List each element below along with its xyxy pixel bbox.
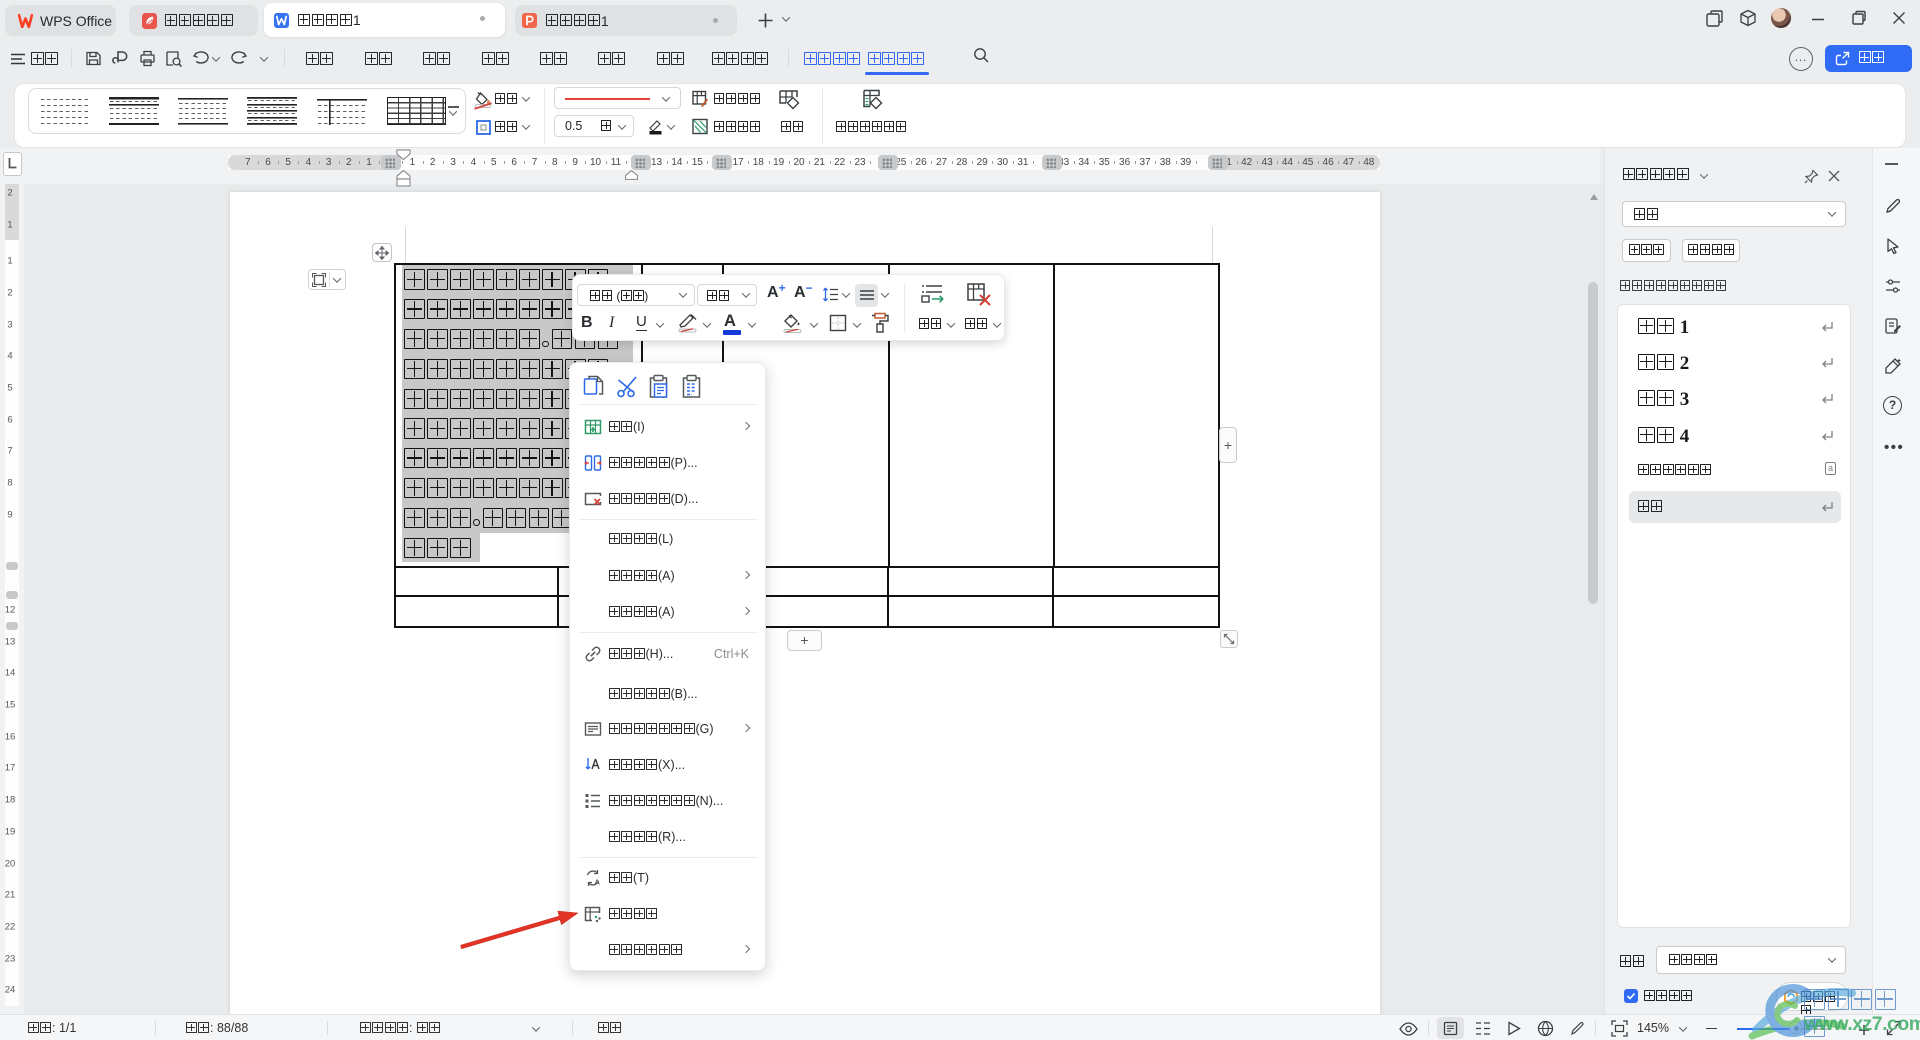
svg-text:A: A: [595, 878, 601, 887]
